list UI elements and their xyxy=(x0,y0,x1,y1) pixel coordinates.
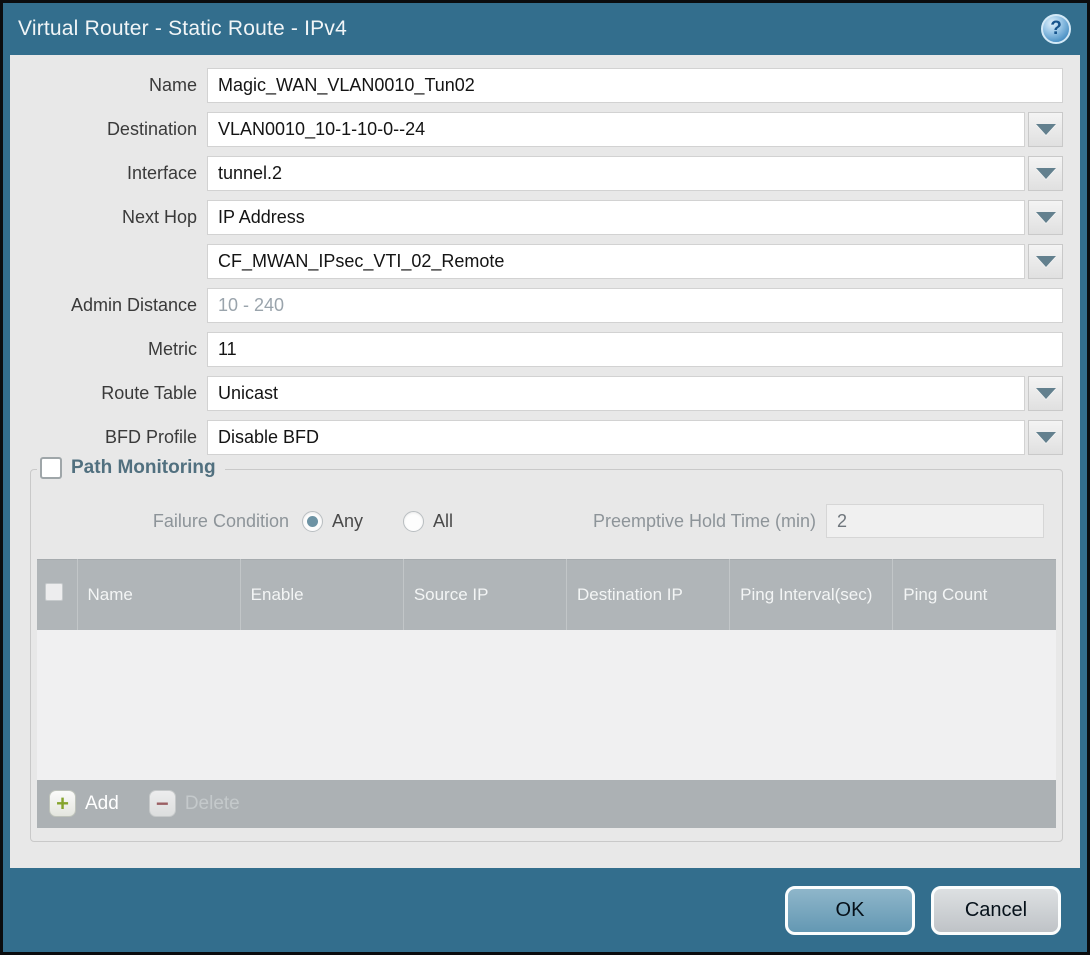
add-button[interactable]: + Add xyxy=(49,790,119,817)
column-header-ping-count: Ping Count xyxy=(893,560,1056,630)
next-hop-address-input[interactable] xyxy=(207,244,1025,279)
delete-button-label: Delete xyxy=(185,793,240,815)
ok-button[interactable]: OK xyxy=(785,886,915,935)
delete-icon: − xyxy=(149,790,176,817)
table-empty-row xyxy=(37,630,1056,780)
destination-label: Destination xyxy=(30,119,207,140)
interface-label: Interface xyxy=(30,163,207,184)
delete-button[interactable]: − Delete xyxy=(149,790,240,817)
chevron-down-icon xyxy=(1036,432,1056,443)
failure-condition-any-label: Any xyxy=(332,511,363,532)
interface-row: Interface xyxy=(30,156,1063,191)
destination-input[interactable] xyxy=(207,112,1025,147)
select-all-header xyxy=(37,560,77,630)
bfd-profile-row: BFD Profile xyxy=(30,420,1063,455)
add-icon: + xyxy=(49,790,76,817)
chevron-down-icon xyxy=(1036,388,1056,399)
chevron-down-icon xyxy=(1036,168,1056,179)
next-hop-type-dropdown-button[interactable] xyxy=(1028,200,1063,235)
add-button-label: Add xyxy=(85,793,119,815)
failure-condition-label: Failure Condition xyxy=(37,511,302,532)
column-header-ping-interval: Ping Interval(sec) xyxy=(730,560,893,630)
path-monitoring-section: Path Monitoring Failure Condition Any Al… xyxy=(30,469,1063,842)
path-monitoring-table: Name Enable Source IP Destination IP Pin… xyxy=(37,559,1056,780)
interface-input[interactable] xyxy=(207,156,1025,191)
path-monitoring-title: Path Monitoring xyxy=(71,457,216,479)
dialog-footer: OK Cancel xyxy=(3,868,1087,952)
help-icon[interactable]: ? xyxy=(1041,14,1071,44)
next-hop-row: Next Hop xyxy=(30,200,1063,235)
name-row: Name xyxy=(30,68,1063,103)
preemptive-hold-time-input[interactable] xyxy=(826,504,1044,538)
admin-distance-input[interactable] xyxy=(207,288,1063,323)
next-hop-label: Next Hop xyxy=(30,207,207,228)
column-header-destination-ip: Destination IP xyxy=(566,560,729,630)
failure-condition-all-label: All xyxy=(433,511,453,532)
destination-row: Destination xyxy=(30,112,1063,147)
next-hop-address-row xyxy=(30,244,1063,279)
admin-distance-label: Admin Distance xyxy=(30,295,207,316)
select-all-checkbox[interactable] xyxy=(45,583,63,601)
metric-label: Metric xyxy=(30,339,207,360)
bfd-profile-input[interactable] xyxy=(207,420,1025,455)
path-monitoring-checkbox[interactable] xyxy=(40,457,62,479)
dialog-body: Name Destination Interface Next Hop xyxy=(10,55,1080,868)
column-header-enable: Enable xyxy=(240,560,403,630)
table-header-row: Name Enable Source IP Destination IP Pin… xyxy=(37,560,1056,630)
path-monitoring-legend: Path Monitoring xyxy=(37,457,225,479)
metric-row: Metric xyxy=(30,332,1063,367)
bfd-profile-label: BFD Profile xyxy=(30,427,207,448)
next-hop-address-dropdown-button[interactable] xyxy=(1028,244,1063,279)
chevron-down-icon xyxy=(1036,124,1056,135)
interface-dropdown-button[interactable] xyxy=(1028,156,1063,191)
route-table-dropdown-button[interactable] xyxy=(1028,376,1063,411)
route-table-row: Route Table xyxy=(30,376,1063,411)
dialog-title: Virtual Router - Static Route - IPv4 xyxy=(18,17,347,41)
route-table-input[interactable] xyxy=(207,376,1025,411)
chevron-down-icon xyxy=(1036,212,1056,223)
column-header-name: Name xyxy=(77,560,240,630)
route-table-label: Route Table xyxy=(30,383,207,404)
metric-input[interactable] xyxy=(207,332,1063,367)
dialog-titlebar: Virtual Router - Static Route - IPv4 ? xyxy=(3,3,1087,55)
path-monitoring-table-body xyxy=(37,630,1056,780)
virtual-router-static-route-dialog: Virtual Router - Static Route - IPv4 ? N… xyxy=(0,0,1090,955)
cancel-button[interactable]: Cancel xyxy=(931,886,1061,935)
next-hop-type-input[interactable] xyxy=(207,200,1025,235)
failure-condition-any-radio[interactable] xyxy=(302,511,323,532)
name-input[interactable] xyxy=(207,68,1063,103)
name-label: Name xyxy=(30,75,207,96)
failure-condition-row: Failure Condition Any All Preemptive Hol… xyxy=(37,504,1056,538)
failure-condition-all-radio[interactable] xyxy=(403,511,424,532)
bfd-profile-dropdown-button[interactable] xyxy=(1028,420,1063,455)
preemptive-hold-time-label: Preemptive Hold Time (min) xyxy=(593,511,816,532)
path-monitoring-toolbar: + Add − Delete xyxy=(37,780,1056,828)
column-header-source-ip: Source IP xyxy=(403,560,566,630)
chevron-down-icon xyxy=(1036,256,1056,267)
admin-distance-row: Admin Distance xyxy=(30,288,1063,323)
destination-dropdown-button[interactable] xyxy=(1028,112,1063,147)
